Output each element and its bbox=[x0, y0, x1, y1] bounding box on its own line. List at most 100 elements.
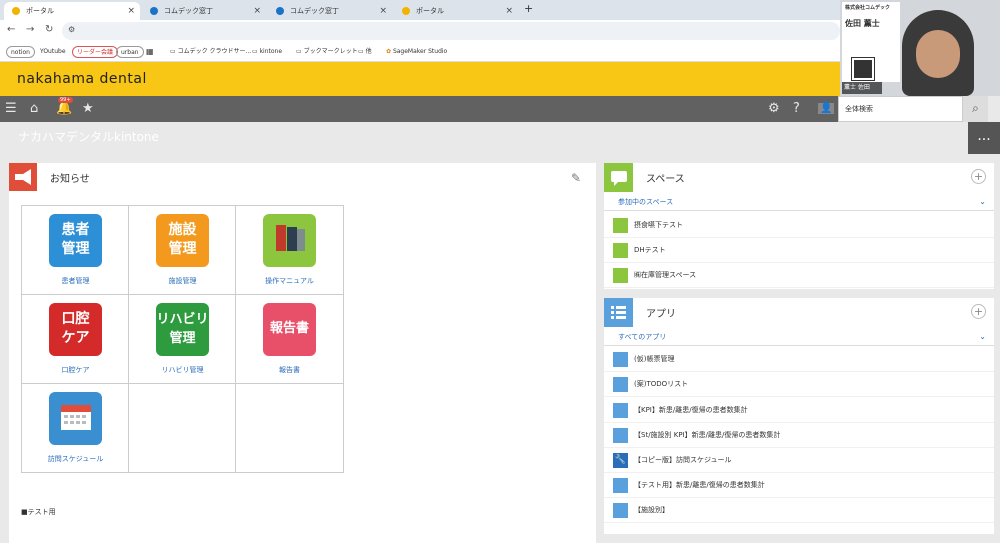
app-item[interactable]: (仮)帳票管理 bbox=[604, 347, 994, 372]
site-settings-icon[interactable]: ⚙ bbox=[68, 25, 75, 34]
search-icon[interactable]: ⌕ bbox=[963, 96, 988, 122]
user-avatar[interactable]: 👤 bbox=[818, 103, 835, 114]
reload-icon[interactable]: ↻ bbox=[45, 24, 53, 35]
tab-favicon-icon bbox=[150, 7, 158, 15]
gear-icon[interactable]: ⚙ bbox=[768, 101, 780, 116]
app-item[interactable]: 【テスト用】新患/離患/復帰の患者数集計 bbox=[604, 473, 994, 498]
spaces-filter[interactable]: 参加中のスペース ⌄ bbox=[604, 193, 994, 211]
app-item-label: 【KPI】新患/離患/復帰の患者数集計 bbox=[634, 406, 748, 414]
bookmark-leader-meeting[interactable]: リーダー会議 bbox=[72, 46, 119, 58]
bookmark-sagemaker[interactable]: ✿ SageMaker Studio bbox=[386, 46, 447, 58]
tile-patient-management[interactable]: 患者 管理 患者管理 bbox=[22, 206, 129, 295]
tile-rehab-management[interactable]: リハビリ 管理 リハビリ管理 bbox=[129, 295, 236, 384]
global-search-input[interactable]: 全体検索 bbox=[838, 96, 963, 122]
patient-management-icon: 患者 管理 bbox=[49, 214, 102, 267]
menu-icon[interactable]: ☰ bbox=[5, 101, 17, 116]
tile-label: 施設管理 bbox=[168, 277, 197, 285]
star-icon[interactable]: ★ bbox=[82, 101, 94, 116]
close-icon[interactable]: × bbox=[379, 2, 387, 20]
bell-icon[interactable]: 🔔 bbox=[56, 101, 72, 116]
bookmark-other[interactable]: ▭ 他 bbox=[358, 46, 372, 58]
bookmark-youtube[interactable]: YOutube bbox=[40, 46, 66, 58]
space-icon bbox=[613, 243, 628, 258]
close-icon[interactable]: × bbox=[505, 2, 513, 20]
bookmark-label: コムデック クラウドサー... bbox=[177, 48, 252, 55]
bookmark-label: SageMaker Studio bbox=[392, 48, 448, 55]
browser-tab-2[interactable]: コムデック窓丁 × bbox=[142, 2, 266, 20]
app-item-label: 【St/施設別 KPI】新患/離患/復帰の患者数集計 bbox=[634, 431, 781, 439]
apps-filter[interactable]: すべてのアプリ ⌄ bbox=[604, 328, 994, 346]
back-arrow-icon[interactable]: ← bbox=[7, 24, 15, 35]
space-item[interactable]: 摂食嚥下テスト bbox=[604, 213, 994, 238]
apps-title: アプリ bbox=[646, 309, 676, 320]
business-card: 株式会社コムデック 佐田 薫士 bbox=[842, 2, 900, 82]
space-item-label: DHテスト bbox=[634, 246, 666, 254]
app-item[interactable]: 🔧 【コピー版】訪問スケジュール bbox=[604, 448, 994, 473]
rehab-management-icon: リハビリ 管理 bbox=[156, 303, 209, 356]
app-item[interactable]: 【KPI】新患/離患/復帰の患者数集計 bbox=[604, 398, 994, 423]
folder-icon: ▭ bbox=[170, 48, 178, 55]
tab-label: コムデック窓丁 bbox=[164, 7, 213, 15]
space-item-label: 摂食嚥下テスト bbox=[634, 221, 683, 229]
help-icon[interactable]: ? bbox=[793, 101, 800, 116]
tile-report[interactable]: 報告書 報告書 bbox=[236, 295, 343, 384]
tile-empty bbox=[236, 384, 343, 473]
bookmark-kintone[interactable]: ▭ kintone bbox=[252, 46, 282, 58]
notice-title: お知らせ bbox=[50, 174, 90, 185]
tile-manual[interactable]: 操作マニュアル bbox=[236, 206, 343, 295]
tab-favicon-icon bbox=[276, 7, 284, 15]
add-space-button[interactable]: + bbox=[971, 169, 986, 184]
tile-visit-schedule[interactable]: 訪問スケジュール bbox=[22, 384, 129, 473]
folder-icon: ▭ bbox=[296, 48, 304, 55]
app-list-icon bbox=[613, 478, 628, 493]
brand-header: nakahama dental bbox=[0, 62, 840, 96]
tab-label: ポータル bbox=[26, 7, 54, 15]
browser-tab-4[interactable]: ポータル × bbox=[394, 2, 518, 20]
bookmark-comdec-cloud[interactable]: ▭ コムデック クラウドサー... bbox=[170, 46, 251, 58]
space-item[interactable]: DHテスト bbox=[604, 238, 994, 263]
url-input[interactable]: ⚙ bbox=[62, 22, 840, 40]
home-icon[interactable]: ⌂ bbox=[30, 101, 38, 116]
book-icon bbox=[263, 214, 316, 267]
more-options-button[interactable]: ... bbox=[968, 122, 1000, 154]
browser-tab-strip: ポータル × コムデック窓丁 × コムデック窓丁 × ポータル × + bbox=[0, 0, 840, 20]
browser-tab-1[interactable]: ポータル × bbox=[4, 2, 140, 20]
space-item-label: ㈱在庫管理スペース bbox=[634, 271, 697, 279]
tile-facility-management[interactable]: 施設 管理 施設管理 bbox=[129, 206, 236, 295]
notification-badge: 99+ bbox=[58, 97, 73, 103]
app-list-icon bbox=[613, 352, 628, 367]
bookmark-bookmarklet[interactable]: ▭ ブックマークレット bbox=[296, 46, 358, 58]
apps-grid-icon[interactable]: ▦ bbox=[146, 46, 154, 58]
webcam-caption: 薫士 佐田 bbox=[842, 82, 882, 94]
app-item[interactable]: (案)TODOリスト bbox=[604, 372, 994, 397]
edit-icon[interactable]: ✎ bbox=[571, 171, 581, 185]
app-item[interactable]: 【St/施設別 KPI】新患/離患/復帰の患者数集計 bbox=[604, 423, 994, 448]
close-icon[interactable]: × bbox=[127, 2, 135, 20]
tile-oral-care[interactable]: 口腔 ケア 口腔ケア bbox=[22, 295, 129, 384]
webcam-overlay: 株式会社コムデック 佐田 薫士 薫士 佐田 bbox=[840, 0, 1000, 96]
bookmark-urban[interactable]: urban bbox=[116, 46, 144, 58]
add-app-button[interactable]: + bbox=[971, 304, 986, 319]
tile-label: 口腔ケア bbox=[61, 366, 90, 374]
app-list-icon bbox=[613, 428, 628, 443]
megaphone-icon bbox=[9, 163, 37, 191]
brand-name: nakahama dental bbox=[17, 71, 147, 87]
space-item[interactable]: ㈱在庫管理スペース bbox=[604, 263, 994, 288]
app-item-label: 【施設別】 bbox=[634, 506, 669, 514]
forward-arrow-icon[interactable]: → bbox=[26, 24, 34, 35]
tile-empty bbox=[129, 384, 236, 473]
bookmark-label: ブックマークレット bbox=[303, 48, 358, 55]
chevron-down-icon: ⌄ bbox=[979, 332, 986, 341]
new-tab-button[interactable]: + bbox=[524, 2, 533, 15]
bookmark-label: 他 bbox=[365, 48, 372, 55]
browser-tab-3[interactable]: コムデック窓丁 × bbox=[268, 2, 392, 20]
app-item-label: (案)TODOリスト bbox=[634, 380, 689, 388]
close-icon[interactable]: × bbox=[253, 2, 261, 20]
app-item[interactable]: 【施設別】 bbox=[604, 498, 994, 523]
apps-panel: アプリ + すべてのアプリ ⌄ (仮)帳票管理 (案)TODOリスト 【KPI】新… bbox=[604, 298, 994, 534]
bookmark-notion[interactable]: notion bbox=[6, 46, 35, 58]
facility-management-icon: 施設 管理 bbox=[156, 214, 209, 267]
tab-label: コムデック窓丁 bbox=[290, 7, 339, 15]
bookmark-label: kintone bbox=[259, 48, 283, 55]
portal-app-grid: 患者 管理 患者管理 施設 管理 施設管理 操作マニュアル 口腔 ケア 口腔ケア… bbox=[21, 205, 344, 473]
